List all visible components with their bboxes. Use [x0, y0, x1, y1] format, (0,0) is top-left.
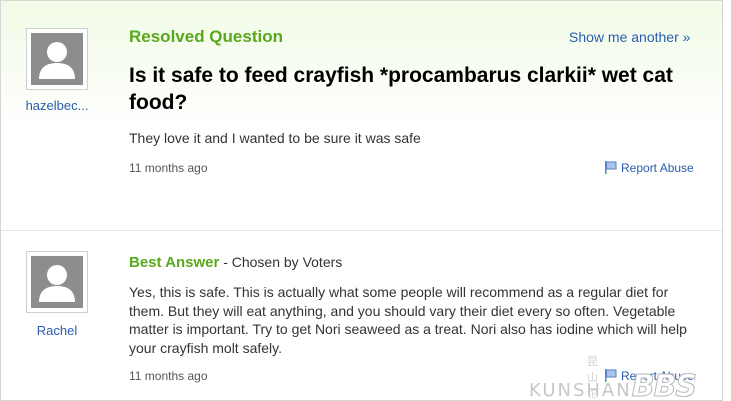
asker-name-link[interactable]: hazelbec... [12, 98, 102, 113]
best-answer-heading: Best Answer - Chosen by Voters [129, 254, 342, 271]
qa-panel: hazelbec... Resolved Question Show me an… [0, 0, 723, 401]
answer-body: Yes, this is safe. This is actually what… [129, 284, 687, 356]
answerer-avatar[interactable] [26, 251, 88, 313]
section-divider [1, 230, 722, 231]
chosen-by-text: - Chosen by Voters [219, 254, 343, 270]
resolved-question-label: Resolved Question [129, 27, 283, 46]
answer-timestamp: 11 months ago [129, 369, 208, 383]
user-avatar-icon [31, 256, 83, 308]
user-avatar-icon [31, 33, 83, 85]
question-title: Is it safe to feed crayfish *procambarus… [129, 64, 673, 114]
show-another-link[interactable]: Show me another » [569, 29, 690, 45]
report-abuse-label: Report Abuse [621, 161, 694, 175]
watermark-main-text: KUNSHANBBS [529, 369, 698, 401]
question-body: They love it and I wanted to be sure it … [129, 130, 421, 146]
question-report-abuse-link[interactable]: Report Abuse [604, 161, 694, 177]
flag-icon [604, 161, 617, 177]
asker-avatar[interactable] [26, 28, 88, 90]
best-answer-label: Best Answer [129, 254, 220, 271]
watermark-bbs: BBS [631, 369, 697, 401]
answerer-name-link[interactable]: Rachel [12, 323, 102, 338]
watermark-kunshan: KUNSHAN [529, 380, 632, 401]
question-timestamp: 11 months ago [129, 161, 208, 175]
